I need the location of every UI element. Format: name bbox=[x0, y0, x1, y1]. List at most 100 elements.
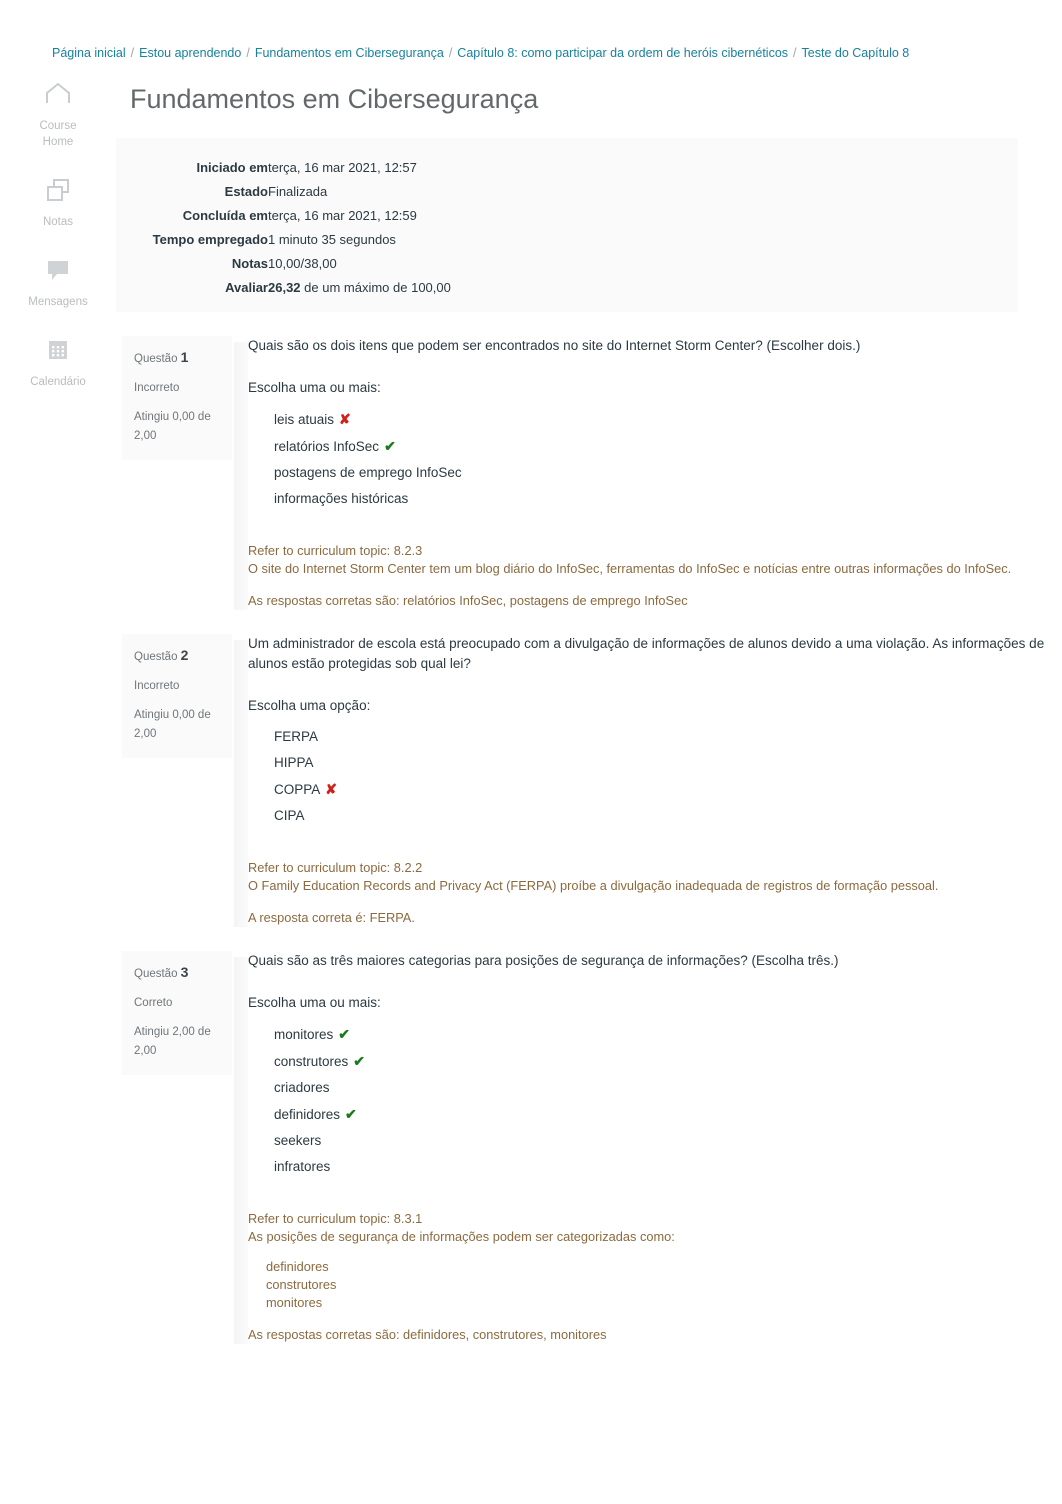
feedback-explanation: O site do Internet Storm Center tem um b… bbox=[248, 561, 1012, 576]
breadcrumb-link-0[interactable]: Página inicial bbox=[52, 46, 126, 60]
answer-option[interactable]: monitores ✔ bbox=[274, 1021, 1046, 1048]
calendar-icon bbox=[0, 338, 116, 368]
question-state: Incorreto bbox=[134, 382, 180, 394]
summary-key: Concluída em bbox=[182, 208, 268, 223]
answer-option-label: construtores bbox=[274, 1054, 349, 1069]
correct-check-icon: ✔ bbox=[345, 1106, 357, 1122]
question-grade: Atingiu 0,00 de 2,00 bbox=[134, 709, 211, 740]
question-state: Incorreto bbox=[134, 680, 180, 692]
summary-key: Tempo empregado bbox=[152, 232, 268, 247]
correct-check-icon: ✔ bbox=[353, 1053, 366, 1069]
question-grade: Atingiu 0,00 de 2,00 bbox=[134, 411, 211, 442]
breadcrumb-link-1[interactable]: Estou aprendendo bbox=[139, 46, 241, 60]
answer-option[interactable]: postagens de emprego InfoSec bbox=[274, 460, 1046, 486]
breadcrumb-separator: / bbox=[130, 46, 135, 60]
answer-option[interactable]: leis atuais ✘ bbox=[274, 406, 1046, 433]
summary-value-emphasis: 26,32 bbox=[268, 280, 301, 295]
sidebar-item-label: Mensagens bbox=[28, 296, 88, 308]
summary-value: terça, 16 mar 2021, 12:59 bbox=[268, 208, 417, 223]
breadcrumb-link-2[interactable]: Fundamentos em Cibersegurança bbox=[255, 46, 444, 60]
answer-option-label: postagens de emprego InfoSec bbox=[274, 465, 462, 480]
answer-options: monitores ✔ construtores ✔ criadores definido… bbox=[248, 1021, 1046, 1180]
answer-option-label: CIPA bbox=[274, 808, 305, 823]
question-body: Quais são os dois itens que podem ser en… bbox=[234, 336, 1046, 610]
question-prompt: Escolha uma ou mais: bbox=[248, 380, 381, 395]
incorrect-cross-icon: ✘ bbox=[325, 781, 337, 797]
feedback-list-item: monitores bbox=[266, 1295, 323, 1310]
answer-option[interactable]: infratores bbox=[274, 1154, 1046, 1180]
summary-value: Finalizada bbox=[268, 184, 328, 199]
answer-option[interactable]: CIPA bbox=[274, 803, 1046, 829]
answer-option-label: infratores bbox=[274, 1159, 331, 1174]
summary-row: Tempo empregado 1 minuto 35 segundos bbox=[116, 228, 451, 252]
answer-option-label: HIPPA bbox=[274, 755, 314, 770]
summary-value: 1 minuto 35 segundos bbox=[268, 232, 396, 247]
question-feedback: Refer to curriculum topic: 8.3.1 As posiç… bbox=[248, 1210, 1046, 1344]
question-text: Quais são os dois itens que podem ser en… bbox=[248, 338, 861, 353]
answer-option-label: informações históricas bbox=[274, 491, 409, 506]
answer-option[interactable]: criadores bbox=[274, 1075, 1046, 1101]
feedback-list: definidores construtores monitores bbox=[248, 1258, 1046, 1312]
answer-options: leis atuais ✘ relatórios InfoSec ✔ postagens… bbox=[248, 406, 1046, 512]
breadcrumb-separator: / bbox=[448, 46, 453, 60]
question-info: Questão 3 Correto Atingiu 2,00 de 2,00 bbox=[122, 951, 232, 1075]
home-icon bbox=[0, 82, 116, 112]
sidebar-item-label: Notas bbox=[42, 216, 74, 228]
question-number-value: 1 bbox=[180, 349, 189, 365]
feedback-topic: Refer to curriculum topic: 8.2.3 bbox=[248, 543, 423, 558]
correct-check-icon: ✔ bbox=[338, 1026, 351, 1042]
question-feedback: Refer to curriculum topic: 8.2.3 O site d… bbox=[248, 542, 1046, 610]
answer-options: FERPA HIPPA COPPA ✘ CIPA bbox=[248, 724, 1046, 829]
summary-key: Estado bbox=[224, 184, 268, 199]
answer-option[interactable]: seekers bbox=[274, 1128, 1046, 1154]
question-feedback: Refer to curriculum topic: 8.2.2 O Family… bbox=[248, 859, 1046, 927]
attempt-summary: Iniciado em terça, 16 mar 2021, 12:57 Esta… bbox=[116, 138, 1018, 312]
summary-key: Iniciado em bbox=[196, 160, 268, 175]
question-prompt: Escolha uma opção: bbox=[248, 698, 371, 713]
question-state: Correto bbox=[134, 997, 173, 1009]
feedback-list-item: construtores bbox=[266, 1277, 337, 1292]
feedback-list-item: definidores bbox=[266, 1259, 329, 1274]
sidebar-item-calendario[interactable]: Calendário bbox=[0, 338, 116, 390]
question-text: Um administrador de escola está preocupa… bbox=[248, 636, 1045, 671]
summary-value: terça, 16 mar 2021, 12:57 bbox=[268, 160, 417, 175]
summary-value: 26,32 de um máximo de 100,00 bbox=[268, 280, 451, 295]
questions-list: Questão 1 Incorreto Atingiu 0,00 de 2,00 Qu… bbox=[116, 336, 1046, 1344]
answer-option[interactable]: FERPA bbox=[274, 724, 1046, 750]
sidebar-item-notas[interactable]: Notas bbox=[0, 178, 116, 230]
answer-option-label: COPPA bbox=[274, 782, 321, 797]
breadcrumb-link-3[interactable]: Capítulo 8: como participar da ordem de … bbox=[457, 46, 788, 60]
question-block: Questão 2 Incorreto Atingiu 0,00 de 2,00 Um… bbox=[116, 634, 1046, 927]
answer-option-label: definidores bbox=[274, 1107, 341, 1122]
answer-option[interactable]: COPPA ✘ bbox=[274, 776, 1046, 803]
breadcrumb-link-4[interactable]: Teste do Capítulo 8 bbox=[802, 46, 910, 60]
question-block: Questão 3 Correto Atingiu 2,00 de 2,00 Quai… bbox=[116, 951, 1046, 1344]
messages-icon bbox=[0, 258, 116, 288]
question-grade: Atingiu 2,00 de 2,00 bbox=[134, 1026, 211, 1057]
answer-option[interactable]: construtores ✔ bbox=[274, 1048, 1046, 1075]
sidebar-item-label: Course Home bbox=[39, 120, 77, 148]
summary-value: 10,00/38,00 bbox=[268, 256, 337, 271]
sidebar-item-mensagens[interactable]: Mensagens bbox=[0, 258, 116, 310]
incorrect-cross-icon: ✘ bbox=[339, 411, 351, 427]
summary-row: Estado Finalizada bbox=[116, 180, 451, 204]
summary-row: Avaliar 26,32 de um máximo de 100,00 bbox=[116, 276, 451, 300]
question-number-value: 2 bbox=[180, 647, 189, 663]
summary-row: Notas 10,00/38,00 bbox=[116, 252, 451, 276]
answer-option[interactable]: definidores ✔ bbox=[274, 1101, 1046, 1128]
question-number: Questão 1 bbox=[134, 349, 189, 365]
summary-key: Notas bbox=[231, 256, 268, 271]
question-info: Questão 1 Incorreto Atingiu 0,00 de 2,00 bbox=[122, 336, 232, 460]
question-block: Questão 1 Incorreto Atingiu 0,00 de 2,00 Qu… bbox=[116, 336, 1046, 610]
answer-option-label: criadores bbox=[274, 1080, 330, 1095]
question-body: Quais são as três maiores categorias par… bbox=[234, 951, 1046, 1344]
feedback-topic: Refer to curriculum topic: 8.2.2 bbox=[248, 860, 423, 875]
answer-option-label: relatórios InfoSec bbox=[274, 439, 380, 454]
sidebar-item-course-home[interactable]: Course Home bbox=[0, 82, 116, 150]
attempt-summary-table: Iniciado em terça, 16 mar 2021, 12:57 Esta… bbox=[116, 156, 451, 300]
feedback-explanation: O Family Education Records and Privacy A… bbox=[248, 878, 939, 893]
answer-option[interactable]: relatórios InfoSec ✔ bbox=[274, 433, 1046, 460]
question-body: Um administrador de escola está preocupa… bbox=[234, 634, 1046, 927]
answer-option[interactable]: informações históricas bbox=[274, 486, 1046, 512]
answer-option[interactable]: HIPPA bbox=[274, 750, 1046, 776]
